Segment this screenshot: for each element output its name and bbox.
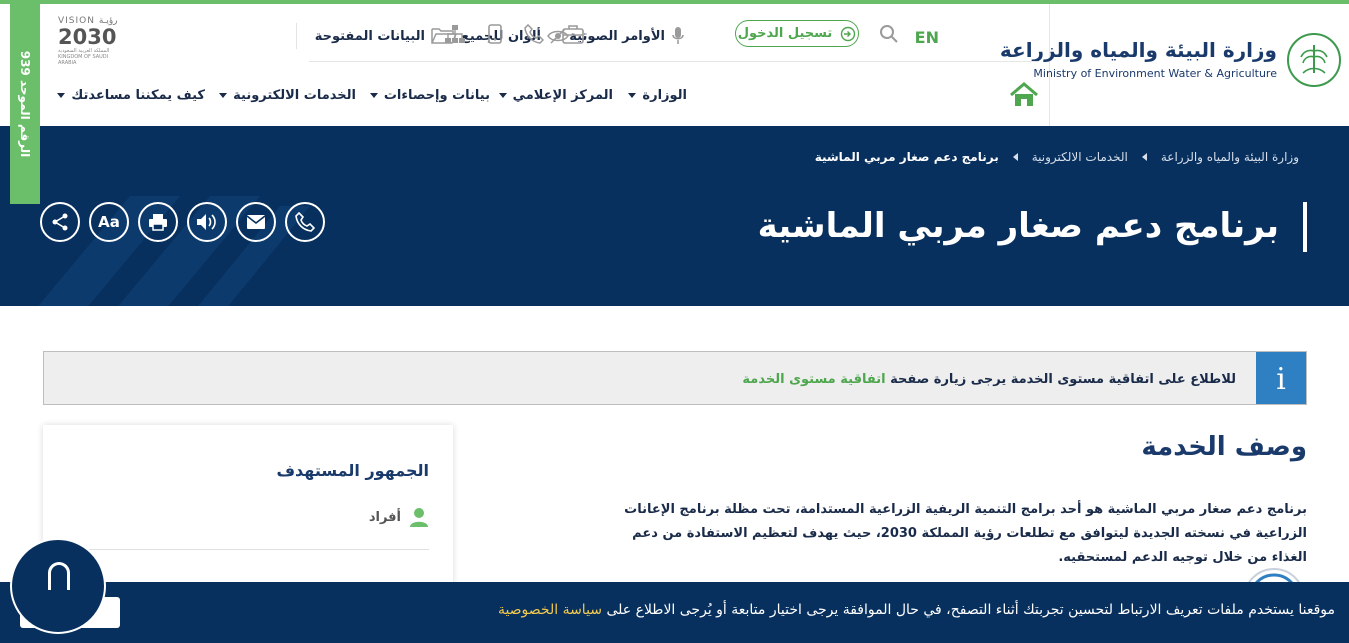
briefcase-icon[interactable] xyxy=(562,24,584,48)
chevron-down-icon xyxy=(498,93,507,98)
page-hero: وزارة البيئة والمياه والزراعة الخدمات ال… xyxy=(0,126,1349,306)
font-size-button[interactable]: Aa xyxy=(89,202,129,242)
breadcrumb-current: برنامج دعم صغار مربي الماشية xyxy=(814,150,999,164)
target-audience-title: الجمهور المستهدف xyxy=(276,461,429,480)
microphone-icon xyxy=(672,27,684,44)
phone-icon xyxy=(295,212,315,232)
vision-2030-logo[interactable]: VISION رؤيـة 2030 المملكة العربية السعود… xyxy=(58,16,126,66)
nav-item-media-center[interactable]: المركز الإعلامي xyxy=(498,88,613,103)
ministry-logo-icon xyxy=(1287,33,1341,87)
chevron-left-icon xyxy=(1012,153,1018,161)
voice-commands-link[interactable]: الأوامر الصوتية xyxy=(569,18,685,54)
breadcrumb-home[interactable]: وزارة البيئة والمياه والزراعة xyxy=(1161,150,1299,164)
open-data-label: البيانات المفتوحة xyxy=(314,28,425,44)
nav-item-data-statistics[interactable]: بيانات وإحصاءات xyxy=(369,88,490,103)
nav-item-help[interactable]: كيف يمكننا مساعدتك xyxy=(57,88,205,103)
language-switch[interactable]: EN xyxy=(915,28,939,47)
ministry-name-en: Ministry of Environment Water & Agricult… xyxy=(1033,67,1277,80)
chevron-down-icon xyxy=(628,93,637,98)
call-button[interactable] xyxy=(285,202,325,242)
login-button[interactable]: تسجيل الدخول xyxy=(735,20,859,47)
colors-for-all-link[interactable]: ألوان للجميع xyxy=(461,18,569,54)
cookie-text: موقعنا يستخدم ملفات تعريف الارتباط لتحسي… xyxy=(606,602,1335,618)
chevron-left-icon xyxy=(1141,153,1147,161)
ministry-name-ar: وزارة البيئة والمياه والزراعة xyxy=(999,38,1277,62)
unified-number-label: الرقم الموحد 939 xyxy=(18,50,32,158)
mobile-icon[interactable] xyxy=(488,24,502,48)
utility-bar: EN تسجيل الدخول الأوامر الصوتية ألوان لل… xyxy=(296,18,1039,62)
login-label: تسجيل الدخول xyxy=(737,26,833,41)
chevron-down-icon xyxy=(369,93,378,98)
cookie-consent-bar: موقعنا يستخدم ملفات تعريف الارتباط لتحسي… xyxy=(0,582,1349,643)
user-icon xyxy=(410,508,428,527)
page-title: برنامج دعم صغار مربي الماشية xyxy=(757,206,1279,246)
nav-item-ministry[interactable]: الوزارة xyxy=(628,88,687,103)
ministry-brand[interactable]: وزارة البيئة والمياه والزراعة Ministry o… xyxy=(1000,4,1349,126)
email-button[interactable] xyxy=(236,202,276,242)
login-icon xyxy=(841,26,856,41)
listen-button[interactable] xyxy=(187,202,227,242)
search-icon[interactable] xyxy=(879,24,899,48)
site-header: وزارة البيئة والمياه والزراعة Ministry o… xyxy=(0,4,1349,126)
vision-country: المملكة العربية السعودية KINGDOM OF SAUD… xyxy=(58,48,110,66)
utility-divider xyxy=(296,23,297,49)
sla-notice: i للاطلاع على اتفاقية مستوى الخدمة يرجى … xyxy=(43,351,1307,405)
page-tools: Aa xyxy=(40,202,325,242)
audience-row: أفراد xyxy=(369,507,429,527)
print-button[interactable] xyxy=(138,202,178,242)
chevron-down-icon xyxy=(219,93,228,98)
print-icon xyxy=(149,214,167,231)
share-icon xyxy=(52,213,68,231)
share-button[interactable] xyxy=(40,202,80,242)
nav-item-label: كيف يمكننا مساعدتك xyxy=(71,88,205,103)
nav-item-label: الوزارة xyxy=(642,88,687,103)
sitemap-icon[interactable] xyxy=(444,24,466,48)
breadcrumb: وزارة البيئة والمياه والزراعة الخدمات ال… xyxy=(815,150,1299,164)
open-data-link[interactable]: البيانات المفتوحة xyxy=(315,18,457,54)
chevron-down-icon xyxy=(57,93,66,98)
service-description-title: وصف الخدمة xyxy=(1141,432,1307,462)
title-accent-bar xyxy=(1303,202,1307,252)
notice-message: للاطلاع على اتفاقية مستوى الخدمة يرجى زي… xyxy=(742,372,1236,387)
breadcrumb-e-services[interactable]: الخدمات الالكترونية xyxy=(1032,150,1128,164)
vision-year: 2030 xyxy=(58,25,117,49)
speaker-icon xyxy=(197,214,216,230)
nav-item-label: الخدمات الالكترونية xyxy=(233,88,356,103)
nav-item-label: بيانات وإحصاءات xyxy=(383,88,490,103)
privacy-policy-link[interactable]: سياسة الخصوصية xyxy=(498,602,602,618)
service-description-text: برنامج دعم صغار مربي الماشية هو أحد برام… xyxy=(624,502,1307,565)
audience-value: أفراد xyxy=(368,509,401,525)
font-size-icon: Aa xyxy=(98,213,120,231)
card-divider xyxy=(67,549,429,550)
unified-number-tab[interactable]: الرقم الموحد 939 xyxy=(10,4,40,204)
info-icon: i xyxy=(1256,352,1306,404)
envelope-icon xyxy=(246,215,266,229)
cookie-message: موقعنا يستخدم ملفات تعريف الارتباط لتحسي… xyxy=(498,602,1335,618)
sla-link[interactable]: اتفاقية مستوى الخدمة xyxy=(742,372,885,387)
nav-item-e-services[interactable]: الخدمات الالكترونية xyxy=(219,88,356,103)
chatbot-icon[interactable] xyxy=(10,538,106,634)
phone-icon[interactable] xyxy=(524,23,545,48)
nav-item-label: المركز الإعلامي xyxy=(512,88,613,103)
notice-text: للاطلاع على اتفاقية مستوى الخدمة يرجى زي… xyxy=(890,372,1236,387)
home-icon[interactable] xyxy=(1009,82,1039,112)
